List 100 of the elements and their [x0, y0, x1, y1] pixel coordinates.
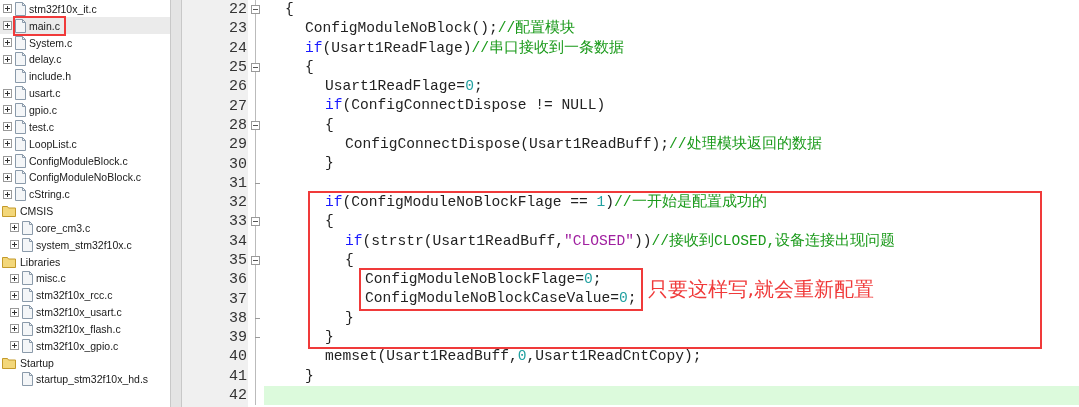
file-icon [22, 305, 33, 320]
collapse-icon[interactable] [251, 217, 260, 227]
file-name[interactable]: test.c [29, 120, 55, 133]
expand-icon[interactable] [3, 156, 12, 165]
expand-icon[interactable] [10, 273, 19, 283]
file-name[interactable]: main.c [29, 19, 60, 32]
file-name[interactable]: stm32f10x_flash.c [36, 322, 121, 335]
line-number: 40 [228, 348, 247, 366]
code-line: ConfigConnectDispose(Usart1ReadBuff);//处理模块返回的数据 [345, 136, 822, 153]
code-line: ConfigModuleNoBlock();//配置模块 [305, 20, 576, 37]
collapse-icon[interactable] [251, 5, 260, 15]
file-icon [15, 187, 26, 202]
folder-icon [2, 255, 17, 268]
code-line: ConfigModuleNoBlockFlage=0; [365, 271, 602, 288]
expand-icon[interactable] [10, 240, 19, 250]
line-number: 30 [228, 155, 247, 173]
file-icon [15, 136, 26, 151]
folder-icon [2, 205, 17, 218]
collapse-icon[interactable] [251, 256, 260, 265]
file-name[interactable]: cString.c [29, 188, 70, 201]
file-icon [15, 18, 26, 33]
expand-icon[interactable] [3, 21, 12, 31]
file-name[interactable]: stm32f10x_rcc.c [36, 289, 113, 302]
code-line: } [325, 329, 334, 346]
file-icon [22, 372, 33, 387]
expand-icon[interactable] [10, 290, 19, 300]
line-number: 32 [228, 194, 247, 212]
file-icon [15, 170, 26, 185]
line-number: 37 [228, 290, 247, 308]
file-name[interactable]: usart.c [29, 87, 61, 100]
line-number: 38 [228, 309, 247, 327]
folder-icon [2, 356, 17, 369]
file-name[interactable]: startup_stm32f10x_hd.s [36, 373, 149, 386]
line-number: 28 [228, 116, 247, 134]
line-number: 29 [228, 136, 247, 154]
code-line: { [305, 58, 314, 75]
line-number: 31 [228, 174, 247, 192]
code-line: } [345, 309, 354, 326]
file-name[interactable]: stm32f10x_it.c [29, 2, 97, 15]
code-line: } [305, 367, 314, 384]
line-number: 26 [228, 78, 247, 96]
expand-icon[interactable] [10, 223, 19, 233]
collapse-icon[interactable] [251, 120, 260, 130]
file-icon [22, 338, 33, 353]
expand-icon[interactable] [3, 172, 12, 182]
code-line: { [345, 251, 354, 268]
collapse-icon[interactable] [251, 63, 260, 73]
file-icon [22, 237, 33, 252]
folder-name[interactable]: Startup [20, 356, 54, 369]
expand-icon[interactable] [3, 54, 12, 64]
file-name[interactable]: misc.c [36, 272, 66, 285]
file-icon [15, 35, 26, 50]
line-number: 23 [228, 20, 247, 38]
file-name[interactable]: stm32f10x_gpio.c [36, 339, 119, 352]
scrollbar[interactable] [170, 0, 182, 407]
folder-name[interactable]: CMSIS [20, 205, 54, 218]
expand-icon[interactable] [10, 324, 19, 334]
file-icon [15, 103, 26, 117]
code-line: if(ConfigModuleNoBlockFlage == 1)//一开始是配置成功的 [325, 193, 767, 210]
expand-icon[interactable] [3, 189, 12, 199]
file-name[interactable]: delay.c [29, 53, 62, 66]
file-name[interactable]: System.c [29, 36, 73, 49]
expand-icon[interactable] [3, 38, 12, 48]
file-name[interactable]: stm32f10x_usart.c [36, 306, 122, 319]
code-line: { [325, 213, 334, 230]
file-name[interactable]: include.h [29, 70, 72, 83]
line-number: 35 [228, 252, 247, 269]
line-number: 34 [228, 232, 247, 250]
line-number: 25 [228, 59, 247, 77]
code-line: { [285, 1, 294, 17]
expand-icon[interactable] [10, 341, 19, 351]
code-line: } [325, 155, 334, 172]
folder-name[interactable]: Libraries [20, 255, 61, 268]
code-line: { [325, 116, 334, 133]
expand-icon[interactable] [3, 122, 12, 132]
line-number: 36 [228, 271, 247, 289]
file-icon [15, 153, 26, 168]
line-number: 22 [228, 1, 247, 19]
expand-icon[interactable] [3, 105, 12, 115]
code-line: if(strstr(Usart1ReadBuff,"CLOSED"))//接收到CLOSED,设备连接出现问题 [345, 232, 896, 249]
file-name[interactable]: LoopList.c [29, 137, 77, 150]
file-name[interactable]: ConfigModuleNoBlock.c [29, 171, 142, 184]
file-icon [22, 271, 33, 286]
file-name[interactable]: ConfigModuleBlock.c [29, 154, 128, 167]
annotation-note: 只要这样写,就会重新配置 [647, 275, 874, 303]
file-icon [22, 288, 33, 303]
file-icon [15, 52, 26, 67]
file-name[interactable]: system_stm32f10x.c [36, 238, 132, 251]
expand-icon[interactable] [3, 88, 12, 98]
code-line: if(Usart1ReadFlage)//串口接收到一条数据 [305, 39, 624, 56]
file-icon [15, 86, 26, 101]
file-icon [15, 119, 26, 134]
file-name[interactable]: core_cm3.c [36, 221, 91, 234]
line-number: 41 [228, 367, 247, 385]
expand-icon[interactable] [10, 307, 19, 317]
line-number: 33 [228, 213, 247, 231]
code-line: if(ConfigConnectDispose != NULL) [325, 97, 606, 114]
file-name[interactable]: gpio.c [29, 104, 58, 116]
expand-icon[interactable] [3, 139, 12, 149]
expand-icon[interactable] [3, 4, 12, 14]
